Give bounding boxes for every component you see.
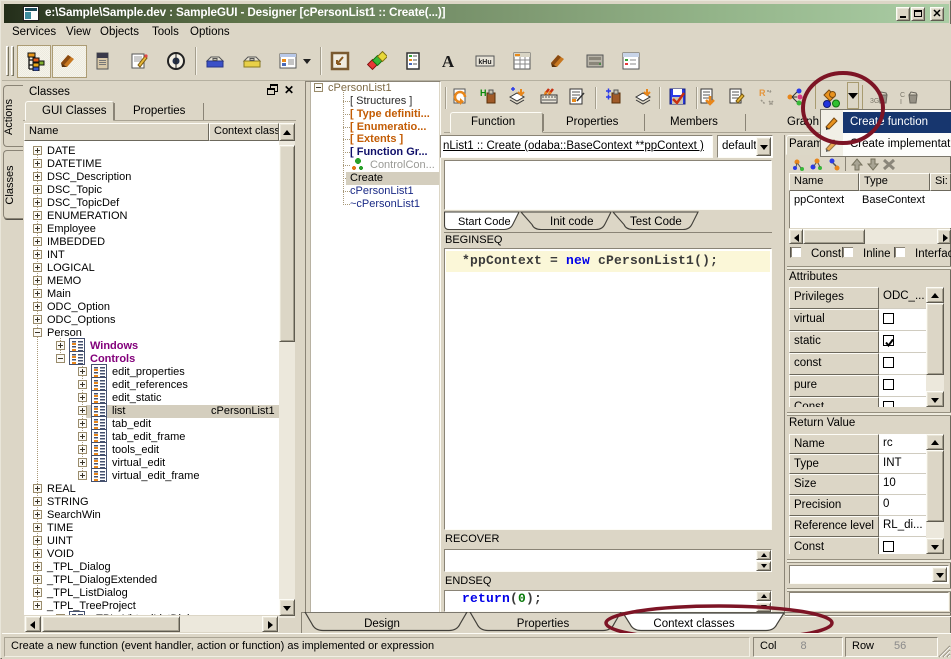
svg-text:Properties: Properties <box>517 618 570 630</box>
svg-text:3G: 3G <box>870 98 879 105</box>
svg-text:Context classes: Context classes <box>653 618 734 630</box>
svg-text:Init code: Init code <box>550 216 593 228</box>
svg-text:I: I <box>900 99 902 106</box>
svg-text:H: H <box>480 88 487 98</box>
svg-text:Test Code: Test Code <box>630 216 682 228</box>
svg-text:kHu: kHu <box>478 59 491 66</box>
svg-text:Start Code: Start Code <box>458 216 511 228</box>
svg-text:R: R <box>759 88 766 98</box>
svg-text:A: A <box>442 52 455 71</box>
svg-text:C: C <box>900 92 905 99</box>
svg-text:Design: Design <box>364 618 400 630</box>
